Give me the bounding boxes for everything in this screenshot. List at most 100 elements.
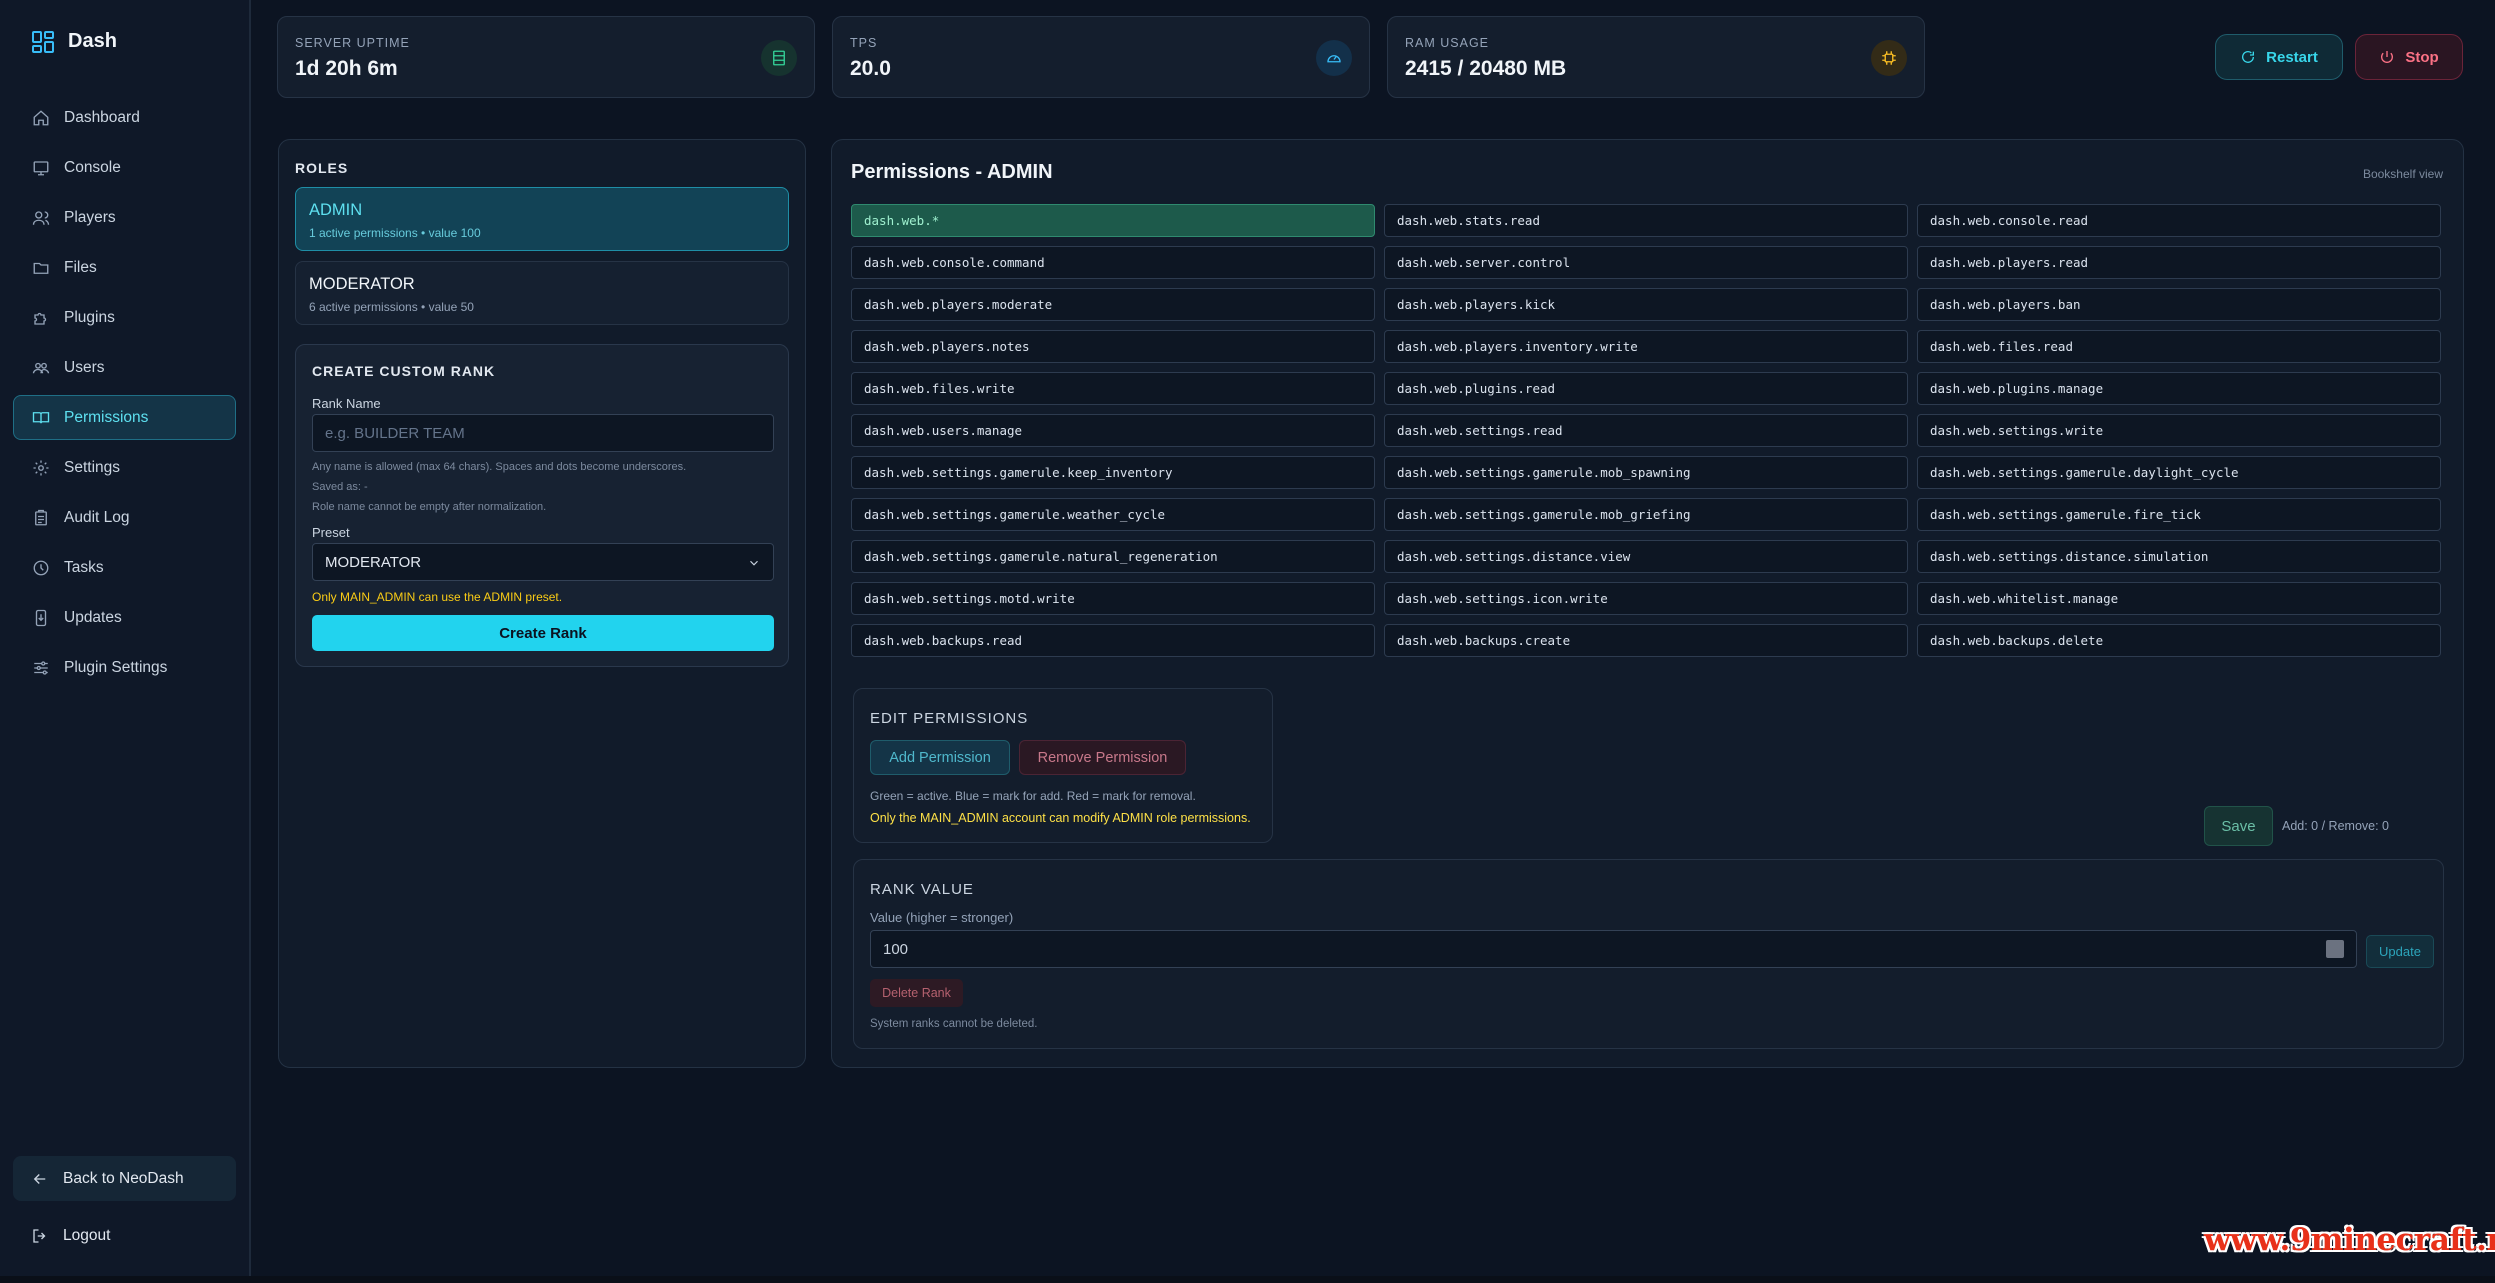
sidebar: Dash Dashboard Console Players Files Plu… — [0, 0, 251, 1283]
edit-permissions-title: EDIT PERMISSIONS — [870, 710, 1029, 727]
sliders-icon — [34, 660, 48, 675]
permission-item[interactable]: dash.web.players.notes — [851, 330, 1375, 363]
permission-item[interactable]: dash.web.settings.gamerule.weather_cycle — [851, 498, 1375, 531]
create-rank-title: CREATE CUSTOM RANK — [312, 363, 496, 379]
permission-item[interactable]: dash.web.settings.gamerule.mob_griefing — [1384, 498, 1908, 531]
permission-item[interactable]: dash.web.settings.write — [1917, 414, 2441, 447]
roles-title: ROLES — [295, 160, 349, 176]
clock-icon — [33, 560, 49, 575]
sidebar-item-plugin-settings[interactable]: Plugin Settings — [13, 645, 236, 690]
sidebar-item-files[interactable]: Files — [13, 245, 236, 290]
back-to-neodash-button[interactable]: Back to NeoDash — [13, 1156, 236, 1201]
update-button[interactable]: Update — [2366, 935, 2434, 968]
stop-button[interactable]: Stop — [2355, 34, 2463, 80]
permissions-title: Permissions - ADMIN — [851, 161, 1053, 183]
create-rank-button[interactable]: Create Rank — [312, 615, 774, 651]
permission-item[interactable]: dash.web.settings.gamerule.fire_tick — [1917, 498, 2441, 531]
stat-tps: TPS 20.0 — [832, 16, 1370, 98]
sidebar-item-players[interactable]: Players — [13, 195, 236, 240]
preset-label: Preset — [312, 525, 350, 540]
permission-item[interactable]: dash.web.settings.read — [1384, 414, 1908, 447]
sidebar-item-console[interactable]: Console — [13, 145, 236, 190]
chevron-down-icon — [750, 560, 758, 566]
permission-item[interactable]: dash.web.settings.gamerule.daylight_cycl… — [1917, 456, 2441, 489]
permission-item[interactable]: dash.web.settings.distance.simulation — [1917, 540, 2441, 573]
rank-name-input[interactable]: e.g. BUILDER TEAM — [312, 414, 774, 452]
rank-value-input[interactable]: 100 — [870, 930, 2357, 968]
restart-button[interactable]: Restart — [2215, 34, 2343, 80]
rank-value-box: RANK VALUE Value (higher = stronger) 100… — [853, 859, 2444, 1049]
permission-item[interactable]: dash.web.plugins.manage — [1917, 372, 2441, 405]
watermark-text: www.9minecraft.net — [2204, 1222, 2495, 1258]
permission-item[interactable]: dash.web.settings.icon.write — [1384, 582, 1908, 615]
user-group-icon — [32, 362, 50, 373]
clipboard-icon — [35, 509, 47, 525]
permission-item[interactable]: dash.web.players.ban — [1917, 288, 2441, 321]
sidebar-nav: Dashboard Console Players Files Plugins … — [13, 95, 236, 695]
pending-counts: Add: 0 / Remove: 0 — [2282, 819, 2390, 833]
sidebar-item-dashboard[interactable]: Dashboard — [13, 95, 236, 140]
sidebar-item-plugins[interactable]: Plugins — [13, 295, 236, 340]
permission-item[interactable]: dash.web.settings.gamerule.keep_inventor… — [851, 456, 1375, 489]
stat-label: TPS — [850, 36, 878, 50]
permission-item[interactable]: dash.web.users.manage — [851, 414, 1375, 447]
permission-item[interactable]: dash.web.console.command — [851, 246, 1375, 279]
stat-value: 1d 20h 6m — [295, 57, 398, 80]
permission-item[interactable]: dash.web.console.read — [1917, 204, 2441, 237]
number-spinner[interactable] — [2326, 940, 2344, 958]
sidebar-item-label: Permissions — [64, 408, 149, 426]
permissions-panel: Permissions - ADMIN Bookshelf view dash.… — [831, 139, 2464, 1068]
remove-permission-button[interactable]: Remove Permission — [1019, 740, 1186, 775]
permission-item[interactable]: dash.web.settings.distance.view — [1384, 540, 1908, 573]
role-name: ADMIN — [309, 201, 363, 219]
rank-name-label: Rank Name — [312, 396, 381, 411]
permission-item[interactable]: dash.web.backups.read — [851, 624, 1375, 657]
sidebar-item-label: Audit Log — [64, 508, 130, 526]
permission-item[interactable]: dash.web.backups.create — [1384, 624, 1908, 657]
sidebar-item-label: Updates — [64, 608, 122, 626]
delete-rank-button[interactable]: Delete Rank — [870, 979, 963, 1007]
permission-item[interactable]: dash.web.players.moderate — [851, 288, 1375, 321]
permission-item[interactable]: dash.web.stats.read — [1384, 204, 1908, 237]
sidebar-item-label: Plugins — [64, 308, 115, 326]
sidebar-item-label: Players — [64, 208, 116, 226]
save-button[interactable]: Save — [2204, 806, 2273, 846]
sidebar-item-tasks[interactable]: Tasks — [13, 545, 236, 590]
permission-item[interactable]: dash.web.players.inventory.write — [1384, 330, 1908, 363]
sidebar-item-permissions[interactable]: Permissions — [13, 395, 236, 440]
bookshelf-view-toggle[interactable]: Bookshelf view — [2363, 167, 2443, 181]
logout-button[interactable]: Logout — [13, 1213, 236, 1258]
permission-item[interactable]: dash.web.server.control — [1384, 246, 1908, 279]
stat-label: RAM USAGE — [1405, 36, 1490, 50]
gauge-icon — [1316, 40, 1352, 76]
permission-item[interactable]: dash.web.players.kick — [1384, 288, 1908, 321]
permission-item[interactable]: dash.web.settings.gamerule.mob_spawning — [1384, 456, 1908, 489]
sidebar-item-updates[interactable]: Updates — [13, 595, 236, 640]
permission-item[interactable]: dash.web.files.read — [1917, 330, 2441, 363]
create-custom-rank-form: CREATE CUSTOM RANK Rank Name e.g. BUILDE… — [295, 344, 789, 667]
brand[interactable]: Dash — [32, 30, 117, 53]
roles-panel: ROLES ADMIN 1 active permissions • value… — [278, 139, 806, 1068]
sidebar-item-label: Users — [64, 358, 105, 376]
permission-item[interactable]: dash.web.* — [851, 204, 1375, 237]
sidebar-item-users[interactable]: Users — [13, 345, 236, 390]
monitor-icon — [33, 160, 49, 175]
role-card-admin[interactable]: ADMIN 1 active permissions • value 100 — [295, 187, 789, 251]
sidebar-item-label: Files — [64, 258, 97, 276]
permission-item[interactable]: dash.web.players.read — [1917, 246, 2441, 279]
system-rank-note: System ranks cannot be deleted. — [870, 1018, 1038, 1030]
permission-item[interactable]: dash.web.files.write — [851, 372, 1375, 405]
permission-item[interactable]: dash.web.whitelist.manage — [1917, 582, 2441, 615]
permission-item[interactable]: dash.web.settings.gamerule.natural_regen… — [851, 540, 1375, 573]
add-permission-button[interactable]: Add Permission — [870, 740, 1010, 775]
sidebar-item-settings[interactable]: Settings — [13, 445, 236, 490]
permission-item[interactable]: dash.web.backups.delete — [1917, 624, 2441, 657]
preset-select[interactable]: MODERATOR — [312, 543, 774, 581]
arrow-left-icon — [33, 1173, 46, 1184]
role-card-moderator[interactable]: MODERATOR 6 active permissions • value 5… — [295, 261, 789, 325]
sidebar-item-audit-log[interactable]: Audit Log — [13, 495, 236, 540]
permission-item[interactable]: dash.web.settings.motd.write — [851, 582, 1375, 615]
permission-item[interactable]: dash.web.plugins.read — [1384, 372, 1908, 405]
gear-icon — [33, 460, 49, 475]
home-icon — [33, 109, 49, 125]
